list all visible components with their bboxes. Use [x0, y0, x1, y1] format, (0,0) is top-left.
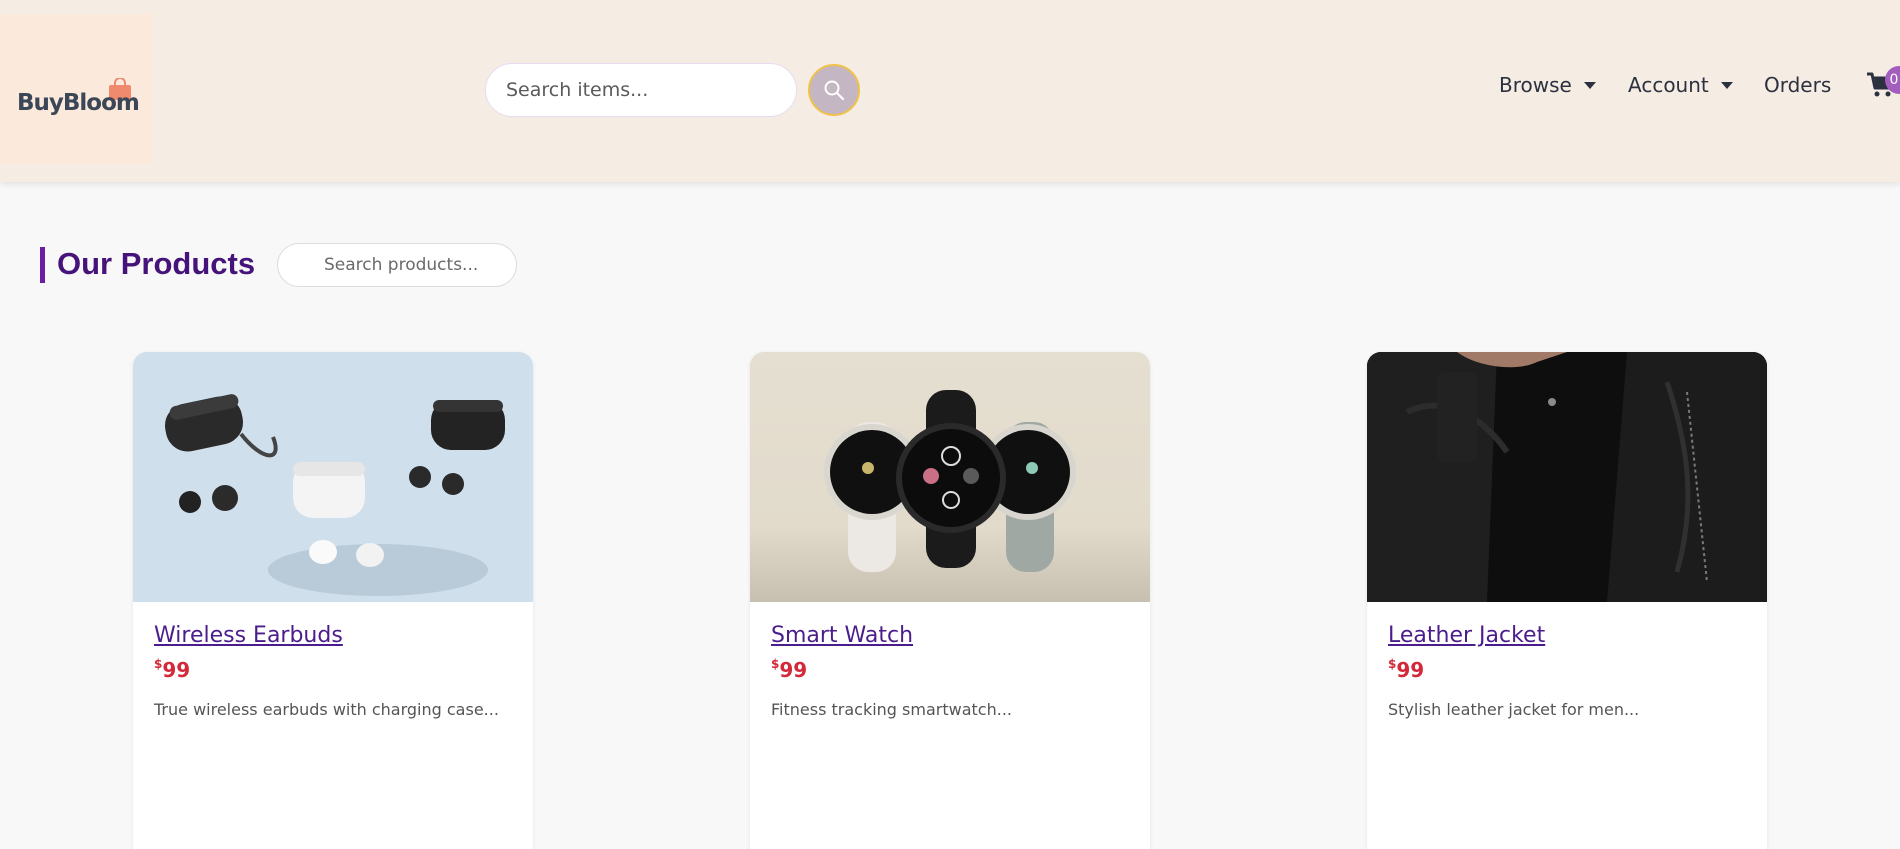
product-title-link[interactable]: Wireless Earbuds	[154, 623, 343, 648]
product-image-earbuds[interactable]	[133, 352, 533, 602]
product-card[interactable]: Wireless Earbuds $99 True wireless earbu…	[133, 352, 533, 849]
search-button[interactable]	[808, 64, 860, 116]
product-price: $99	[1388, 657, 1425, 682]
section-title: Our Products	[57, 246, 256, 281]
product-price: $99	[771, 657, 808, 682]
nav-account-dropdown[interactable]: Account	[1628, 73, 1733, 97]
product-title-link[interactable]: Smart Watch	[771, 623, 913, 648]
product-search-input[interactable]	[277, 243, 517, 287]
product-card[interactable]: Leather Jacket $99 Stylish leather jacke…	[1367, 352, 1767, 849]
product-card[interactable]: Smart Watch $99 Fitness tracking smartwa…	[750, 352, 1150, 849]
caret-down-icon	[1720, 81, 1733, 89]
site-header: BuyBloom Browse Account Orders 0	[0, 0, 1900, 182]
product-image-leather-jacket[interactable]	[1367, 352, 1767, 602]
section-accent-bar	[40, 247, 45, 283]
nav-browse-label: Browse	[1499, 73, 1572, 97]
product-price: $99	[154, 657, 191, 682]
search-icon	[824, 80, 845, 101]
caret-down-icon	[1583, 81, 1596, 89]
nav-browse-dropdown[interactable]: Browse	[1499, 73, 1596, 97]
product-description: True wireless earbuds with charging case…	[154, 700, 499, 719]
nav-account-label: Account	[1628, 73, 1709, 97]
nav-orders-link[interactable]: Orders	[1764, 73, 1831, 97]
logo-text: BuyBloom	[17, 90, 140, 116]
product-description: Fitness tracking smartwatch...	[771, 700, 1012, 719]
product-title-link[interactable]: Leather Jacket	[1388, 623, 1545, 648]
product-image-smartwatch[interactable]	[750, 352, 1150, 602]
search-input[interactable]	[485, 63, 797, 117]
nav-orders-label: Orders	[1764, 73, 1832, 97]
logo[interactable]: BuyBloom	[0, 14, 152, 164]
product-description: Stylish leather jacket for men...	[1388, 700, 1640, 719]
